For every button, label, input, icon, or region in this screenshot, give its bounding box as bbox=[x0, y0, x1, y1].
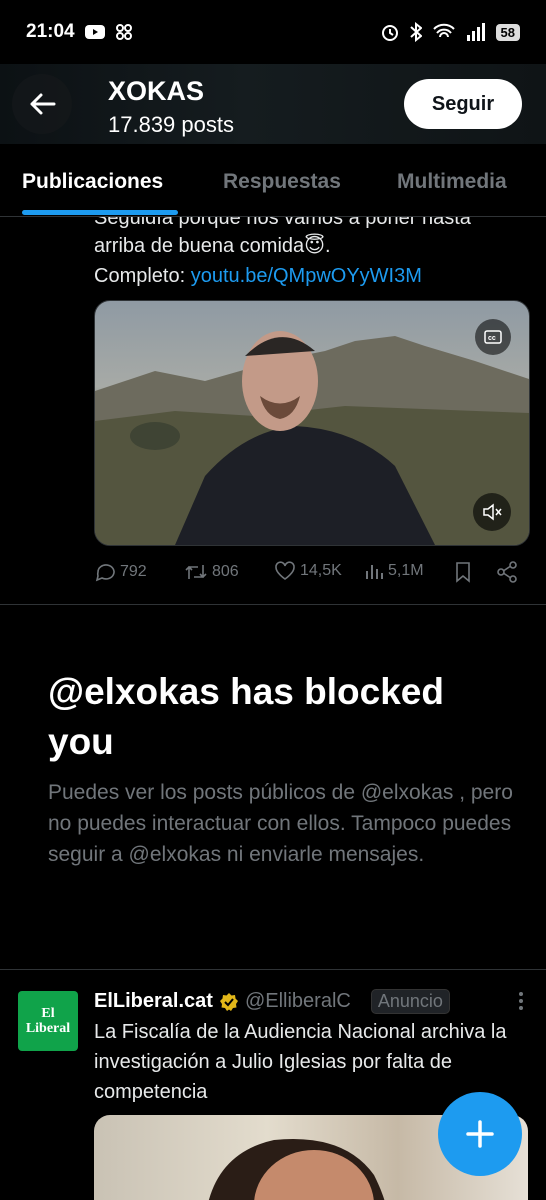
avatar-logo-line: El bbox=[41, 1006, 55, 1021]
post-count: 17.839 posts bbox=[108, 112, 234, 137]
more-options-button[interactable] bbox=[518, 991, 524, 1011]
blocked-title: @elxokas has blocked you bbox=[48, 671, 444, 762]
like-button[interactable]: 14,5K bbox=[274, 561, 342, 581]
closed-captions-button[interactable]: cc bbox=[475, 319, 511, 355]
more-vertical-icon bbox=[519, 992, 523, 1010]
reply-count: 792 bbox=[120, 563, 147, 580]
post-link-line: Completo: youtu.be/QMpwOYyWI3M bbox=[94, 261, 534, 291]
bookmark-button[interactable] bbox=[454, 561, 472, 583]
views-icon bbox=[366, 565, 383, 579]
video-thumbnail bbox=[95, 331, 529, 545]
mute-button[interactable] bbox=[473, 493, 511, 531]
like-count: 14,5K bbox=[300, 562, 342, 579]
post-text-line: arriba de buena comida😇. bbox=[94, 235, 331, 257]
status-bar: 21:04 58 bbox=[0, 0, 546, 64]
profile-tabs: Publicaciones Respuestas Multimedia bbox=[0, 144, 546, 217]
avatar-logo-line: Liberal bbox=[25, 1021, 71, 1036]
profile-name: XOKAS bbox=[108, 76, 205, 106]
signal-icon bbox=[466, 23, 485, 41]
repost-count: 806 bbox=[212, 563, 239, 580]
compose-button[interactable] bbox=[438, 1092, 522, 1176]
active-tab-indicator bbox=[22, 210, 178, 215]
app-notification-icon bbox=[115, 24, 132, 40]
speaker-muted-icon bbox=[483, 503, 502, 521]
tab-multimedia[interactable]: Multimedia bbox=[397, 170, 507, 194]
cc-icon: cc bbox=[484, 330, 502, 344]
post-divider bbox=[0, 604, 546, 605]
repost-icon bbox=[185, 565, 207, 579]
battery-indicator: 58 bbox=[495, 23, 520, 41]
advertiser-name[interactable]: ElLiberal.cat bbox=[94, 990, 213, 1013]
youtube-notification-icon bbox=[84, 25, 105, 39]
arrow-left-icon bbox=[30, 93, 56, 115]
timeline[interactable]: Seguidía porque nos vamos a poner hasta … bbox=[0, 217, 546, 1200]
blocked-description: Puedes ver los posts públicos de @elxoka… bbox=[48, 781, 513, 866]
status-time: 21:04 bbox=[26, 21, 75, 42]
follow-button[interactable]: Seguir bbox=[404, 79, 522, 129]
post-link-prefix: Completo: bbox=[94, 265, 191, 287]
post-actions: 792 806 14,5K 5,1M bbox=[94, 561, 534, 585]
ad-label: Anuncio bbox=[370, 989, 450, 1014]
back-button[interactable] bbox=[12, 74, 72, 134]
plus-icon bbox=[466, 1120, 494, 1148]
bluetooth-icon bbox=[409, 22, 422, 42]
view-count: 5,1M bbox=[388, 562, 424, 579]
ad-header: ElLiberal.cat @ElliberalC Anuncio bbox=[94, 989, 450, 1014]
heart-icon bbox=[275, 561, 295, 580]
tab-publicaciones[interactable]: Publicaciones bbox=[22, 170, 163, 194]
advertiser-avatar[interactable]: El Liberal bbox=[18, 991, 78, 1051]
reply-icon bbox=[95, 564, 115, 582]
post-link[interactable]: youtu.be/QMpwOYyWI3M bbox=[191, 265, 422, 287]
verified-badge-icon bbox=[219, 992, 238, 1011]
views-button[interactable]: 5,1M bbox=[364, 561, 424, 581]
post-video[interactable]: cc bbox=[94, 300, 530, 546]
tab-respuestas[interactable]: Respuestas bbox=[223, 170, 341, 194]
reply-button[interactable]: 792 bbox=[94, 561, 147, 583]
share-icon bbox=[497, 561, 517, 583]
section-divider bbox=[0, 969, 546, 970]
share-button[interactable] bbox=[496, 561, 518, 583]
repost-button[interactable]: 806 bbox=[184, 561, 239, 583]
advertiser-handle: @ElliberalC bbox=[244, 990, 351, 1012]
alarm-icon bbox=[381, 25, 398, 41]
wifi-icon bbox=[432, 23, 455, 38]
svg-text:cc: cc bbox=[488, 335, 496, 342]
profile-header: XOKAS 17.839 posts Seguir bbox=[0, 64, 546, 144]
bookmark-icon bbox=[456, 562, 470, 583]
